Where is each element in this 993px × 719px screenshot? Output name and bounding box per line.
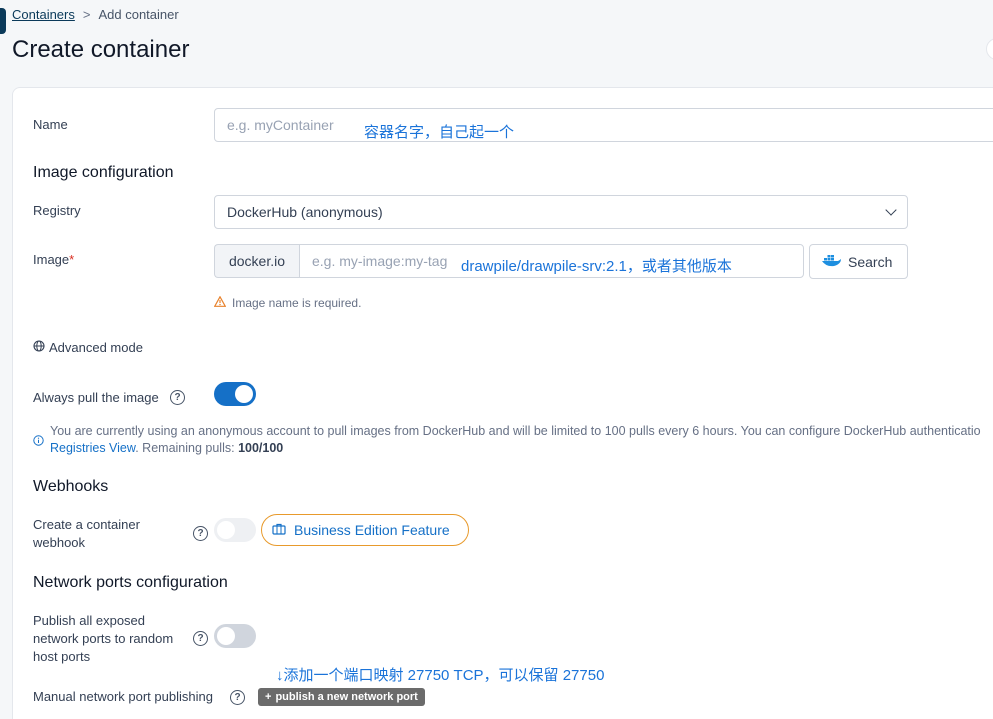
business-edition-label: Business Edition Feature — [294, 522, 450, 538]
registry-select-value: DockerHub (anonymous) — [227, 204, 383, 220]
image-registry-prefix: docker.io — [214, 244, 299, 278]
briefcase-icon — [272, 522, 286, 538]
registry-label: Registry — [33, 203, 81, 218]
name-annotation: 容器名字，自己起一个 — [364, 124, 515, 141]
image-label-text: Image — [33, 252, 70, 267]
name-input-placeholder: e.g. myContainer — [227, 117, 334, 133]
manual-publish-label: Manual network port publishing — [33, 689, 213, 704]
globe-icon — [33, 339, 45, 357]
remaining-pulls-label: . Remaining pulls: — [135, 441, 239, 455]
help-circle-icon[interactable]: ? — [193, 526, 208, 541]
page-title: Create container — [12, 36, 190, 63]
help-circle-icon[interactable]: ? — [193, 631, 208, 646]
publish-new-port-label: publish a new network port — [275, 691, 418, 703]
registries-view-link[interactable]: Registries View — [50, 441, 135, 455]
image-config-title: Image configuration — [33, 164, 174, 181]
help-circle-icon[interactable]: ? — [230, 690, 245, 705]
image-label: Image* — [33, 251, 74, 269]
image-warning-text: Image name is required. — [232, 296, 362, 310]
sidebar-collapse-handle[interactable] — [0, 8, 6, 34]
search-button[interactable]: Search — [809, 244, 908, 279]
image-annotation: drawpile/drawpile-srv:2.1，或者其他版本 — [461, 258, 732, 275]
required-marker: * — [69, 252, 75, 267]
registry-select[interactable]: DockerHub (anonymous) — [214, 195, 908, 229]
docker-whale-icon — [822, 253, 842, 270]
publish-all-label: Publish all exposed network ports to ran… — [33, 613, 174, 664]
advanced-mode-toggle[interactable]: Advanced mode — [33, 339, 143, 357]
search-button-label: Search — [848, 253, 893, 270]
always-pull-toggle[interactable] — [214, 382, 256, 406]
breadcrumb-separator: > — [82, 7, 91, 22]
chevron-down-icon — [885, 204, 897, 216]
webhook-toggle — [214, 518, 256, 542]
breadcrumb: Containers > Add container — [12, 7, 179, 22]
advanced-mode-label: Advanced mode — [49, 340, 143, 355]
publish-new-port-button[interactable]: + publish a new network port — [258, 688, 425, 706]
image-warning: Image name is required. — [213, 295, 362, 310]
alert-triangle-icon — [213, 295, 227, 310]
name-input[interactable]: e.g. myContainer — [214, 108, 993, 142]
remaining-pulls-value: 100/100 — [238, 441, 284, 455]
webhook-label: Create a container webhook — [33, 517, 140, 550]
breadcrumb-containers-link[interactable]: Containers — [12, 7, 75, 22]
info-circle-icon — [33, 433, 44, 451]
network-ports-title: Network ports configuration — [33, 574, 228, 591]
always-pull-label: Always pull the image — [33, 390, 159, 405]
webhooks-title: Webhooks — [33, 478, 109, 495]
plus-icon: + — [265, 691, 272, 703]
remaining-pulls-info: Registries View. Remaining pulls: 100/10… — [50, 440, 283, 457]
toggle-knob — [217, 521, 235, 539]
name-label: Name — [33, 117, 68, 132]
publish-all-toggle[interactable] — [214, 624, 256, 648]
toggle-knob — [235, 385, 253, 403]
business-edition-badge: Business Edition Feature — [261, 514, 469, 546]
help-circle-icon[interactable]: ? — [170, 390, 185, 405]
header-avatar[interactable] — [986, 38, 993, 60]
toggle-knob — [217, 627, 235, 645]
breadcrumb-current: Add container — [98, 7, 179, 22]
network-annotation: ↓添加一个端口映射 27750 TCP，可以保留 27750 — [276, 667, 605, 684]
anonymous-pull-info: You are currently using an anonymous acc… — [50, 424, 981, 438]
image-input-placeholder: e.g. my-image:my-tag — [312, 253, 448, 269]
